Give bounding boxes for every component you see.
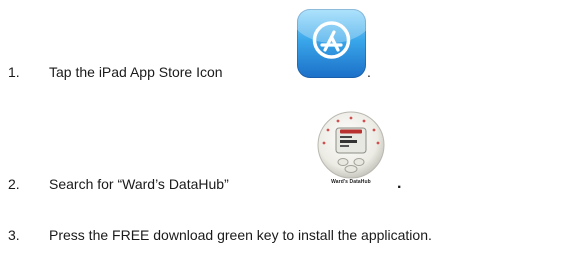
step-2-number: 2. — [8, 176, 20, 192]
step-3-number: 3. — [8, 227, 20, 243]
step-2-text: Search for “Ward’s DataHub” — [49, 176, 229, 192]
step-3-text: Press the FREE download green key to ins… — [49, 227, 432, 243]
app-store-icon — [297, 9, 366, 78]
datahub-caption: Ward's DataHub — [331, 179, 371, 185]
step-1-period: . — [367, 64, 371, 80]
step-1-text: Tap the iPad App Store Icon — [49, 64, 223, 80]
datahub-icon — [311, 107, 391, 189]
step-1-number: 1. — [8, 64, 20, 80]
step-2-period: . — [397, 175, 402, 192]
